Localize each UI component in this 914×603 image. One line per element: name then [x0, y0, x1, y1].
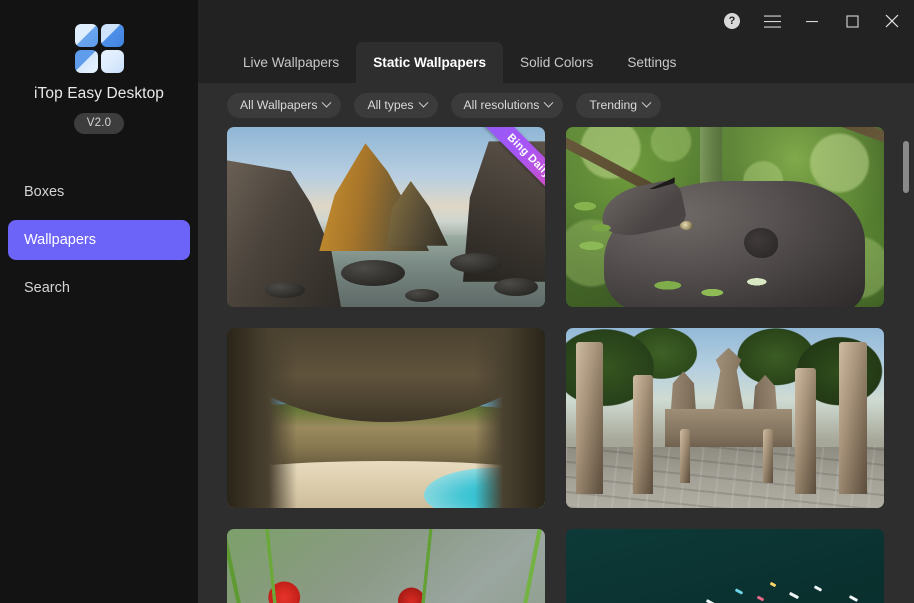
sidebar-item-label: Wallpapers — [24, 232, 96, 248]
scrollbar-thumb[interactable] — [903, 141, 909, 193]
title-bar: ? — [198, 0, 914, 42]
wallpaper-grid: Bing Daily — [198, 127, 914, 603]
sidebar-item-wallpapers[interactable]: Wallpapers — [8, 220, 190, 260]
sidebar-item-boxes[interactable]: Boxes — [8, 172, 190, 212]
sidebar: iTop Easy Desktop V2.0 Boxes Wallpapers … — [0, 0, 198, 603]
wallpaper-card-hidden-beach-cave[interactable] — [227, 328, 545, 508]
sidebar-item-label: Boxes — [24, 184, 65, 200]
tab-bar: Live Wallpapers Static Wallpapers Solid … — [198, 42, 914, 83]
help-circle-icon: ? — [724, 13, 740, 29]
close-icon — [885, 14, 899, 28]
hamburger-menu-icon — [763, 15, 781, 28]
chevron-down-icon — [322, 97, 332, 108]
tab-label: Settings — [627, 55, 677, 70]
maximize-button[interactable] — [832, 0, 872, 42]
chevron-down-icon — [418, 97, 428, 108]
wallpaper-card-dark-teal-water-boats[interactable] — [566, 529, 884, 603]
minimize-icon — [806, 21, 818, 23]
wallpaper-thumbnail — [566, 328, 884, 508]
tab-static-wallpapers[interactable]: Static Wallpapers — [356, 42, 504, 83]
tab-label: Static Wallpapers — [373, 55, 487, 70]
wallpaper-thumbnail — [227, 328, 545, 508]
maximize-icon — [845, 14, 859, 28]
tab-settings[interactable]: Settings — [610, 42, 693, 83]
wallpaper-thumbnail — [227, 127, 545, 307]
wallpaper-card-ancient-temple-ruins[interactable] — [566, 328, 884, 508]
tab-solid-colors[interactable]: Solid Colors — [503, 42, 610, 83]
filter-all-resolutions[interactable]: All resolutions — [450, 92, 564, 118]
wallpaper-thumbnail — [227, 529, 545, 603]
wallpaper-thumbnail — [566, 529, 884, 603]
app-window: iTop Easy Desktop V2.0 Boxes Wallpapers … — [0, 0, 914, 603]
vertical-scrollbar[interactable] — [902, 127, 910, 603]
filter-all-types[interactable]: All types — [354, 92, 438, 118]
version-badge: V2.0 — [73, 113, 125, 134]
wallpaper-grid-scroll[interactable]: Bing Daily — [198, 127, 914, 603]
chevron-down-icon — [543, 97, 554, 108]
wallpaper-card-rhino-in-jungle[interactable] — [566, 127, 884, 307]
filter-label: All types — [367, 98, 414, 112]
filter-all-wallpapers[interactable]: All Wallpapers — [227, 92, 342, 118]
grid-logo-icon — [74, 24, 124, 73]
wallpaper-card-coastal-rocks-seascape[interactable]: Bing Daily — [227, 127, 545, 307]
tab-label: Live Wallpapers — [243, 55, 340, 70]
sidebar-item-label: Search — [24, 280, 70, 296]
menu-button[interactable] — [752, 0, 792, 42]
filter-label: All resolutions — [463, 98, 540, 112]
tab-live-wallpapers[interactable]: Live Wallpapers — [226, 42, 356, 83]
chevron-down-icon — [641, 97, 652, 108]
help-button[interactable]: ? — [712, 0, 752, 42]
main-area: ? Live Wallpapers Static Wallpapers Soli… — [198, 0, 914, 603]
app-title: iTop Easy Desktop — [33, 85, 165, 102]
filter-trending[interactable]: Trending — [576, 92, 662, 118]
tab-label: Solid Colors — [520, 55, 594, 70]
wallpaper-thumbnail — [566, 127, 884, 307]
close-button[interactable] — [872, 0, 912, 42]
wallpaper-card-red-poppy-field[interactable] — [227, 529, 545, 603]
filter-label: Trending — [589, 98, 638, 112]
filter-bar: All Wallpapers All types All resolutions… — [198, 83, 914, 127]
minimize-button[interactable] — [792, 0, 832, 42]
boat-specks — [566, 529, 884, 603]
filter-label: All Wallpapers — [240, 98, 318, 112]
sidebar-item-search[interactable]: Search — [8, 268, 190, 308]
brand-block: iTop Easy Desktop V2.0 — [0, 0, 198, 134]
sidebar-nav: Boxes Wallpapers Search — [0, 172, 198, 308]
